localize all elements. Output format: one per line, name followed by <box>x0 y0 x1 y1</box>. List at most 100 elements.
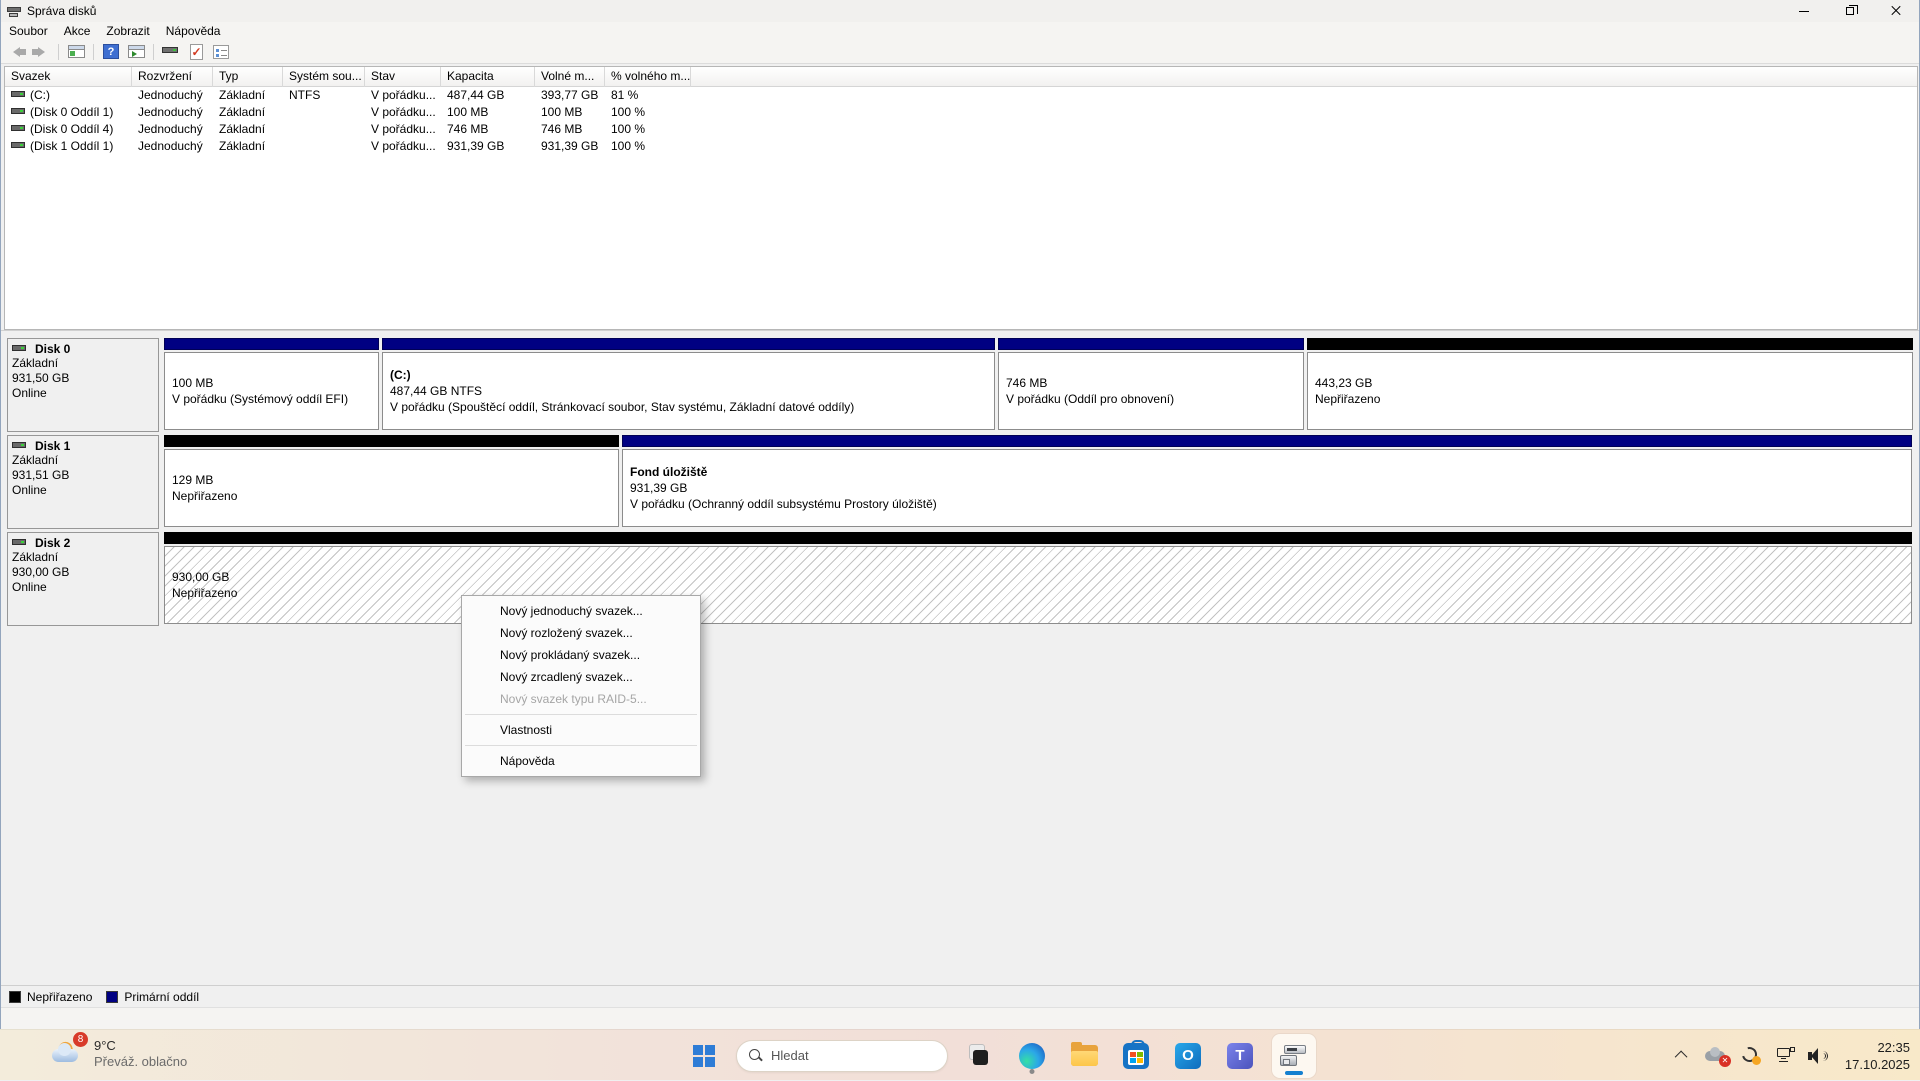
volume-tray-button[interactable] <box>1807 1044 1831 1068</box>
column-header-system-souboru[interactable]: Systém sou... <box>283 67 365 87</box>
search-input[interactable] <box>771 1048 921 1063</box>
microsoft-store-button[interactable] <box>1116 1036 1156 1076</box>
menu-item-new-striped-volume[interactable]: Nový prokládaný svazek... <box>462 644 700 666</box>
free-pct-cell: 100 % <box>605 138 691 155</box>
partition-recovery[interactable]: 746 MB V pořádku (Oddíl pro obnovení) <box>998 338 1304 432</box>
volume-row-disk1-oddil1[interactable]: (Disk 1 Oddíl 1) Jednoduchý Základní V p… <box>5 138 1917 155</box>
disk-0-label[interactable]: Disk 0 Základní 931,50 GB Online <box>7 338 159 432</box>
file-explorer-button[interactable] <box>1064 1036 1104 1076</box>
check-disk-button[interactable] <box>185 42 207 62</box>
weather-condition: Převáž. oblačno <box>94 1054 187 1070</box>
legend-primary-swatch <box>106 991 118 1003</box>
teams-button[interactable]: T <box>1220 1036 1260 1076</box>
refresh-disks-button[interactable] <box>160 42 182 62</box>
menu-akce[interactable]: Akce <box>56 22 99 40</box>
pane-splitter[interactable] <box>1 330 1919 338</box>
partition-color-bar <box>164 338 379 350</box>
close-icon <box>1891 6 1901 16</box>
hidden-icons-button[interactable] <box>1671 1044 1695 1068</box>
toolbar: ? <box>1 40 1919 64</box>
show-console-tree-button[interactable] <box>65 42 87 62</box>
column-header-typ[interactable]: Typ <box>213 67 283 87</box>
column-header-rozvrzeni[interactable]: Rozvržení <box>132 67 213 87</box>
taskbar-clock[interactable]: 22:35 17.10.2025 <box>1845 1039 1910 1073</box>
menu-soubor[interactable]: Soubor <box>1 22 56 40</box>
show-action-pane-button[interactable] <box>125 42 147 62</box>
type-cell: Základní <box>213 87 283 104</box>
volume-row-c[interactable]: (C:) Jednoduchý Základní NTFS V pořádku.… <box>5 87 1917 104</box>
start-button[interactable] <box>684 1036 724 1076</box>
volume-list: Svazek Rozvržení Typ Systém sou... Stav … <box>4 66 1918 330</box>
menu-item-new-spanned-volume[interactable]: Nový rozložený svazek... <box>462 622 700 644</box>
toolbar-separator <box>58 44 59 60</box>
restore-button[interactable] <box>1827 0 1873 22</box>
weather-widget[interactable]: 8 9°C Převáž. oblačno <box>52 1036 187 1072</box>
task-view-button[interactable] <box>960 1036 1000 1076</box>
forward-button[interactable] <box>30 42 52 62</box>
menu-item-new-mirrored-volume[interactable]: Nový zrcadlený svazek... <box>462 666 700 688</box>
free-pct-cell: 100 % <box>605 104 691 121</box>
edge-button[interactable] <box>1012 1036 1052 1076</box>
search-icon <box>749 1049 763 1063</box>
sync-pending-icon <box>1741 1046 1761 1066</box>
partition-efi[interactable]: 100 MB V pořádku (Systémový oddíl EFI) <box>164 338 379 432</box>
menu-item-properties[interactable]: Vlastnosti <box>462 719 700 741</box>
legend-primary-partition: Primární oddíl <box>106 990 199 1004</box>
legend-bar: Nepřiřazeno Primární oddíl <box>1 985 1919 1007</box>
partition-unallocated-disk2-selected[interactable]: 930,00 GB Nepřiřazeno <box>164 532 1912 626</box>
menu-item-help[interactable]: Nápověda <box>462 750 700 772</box>
volume-row-disk0-oddil1[interactable]: (Disk 0 Oddíl 1) Jednoduchý Základní V p… <box>5 104 1917 121</box>
partition-storage-pool[interactable]: Fond úložiště 931,39 GB V pořádku (Ochra… <box>622 435 1912 529</box>
back-button[interactable] <box>5 42 27 62</box>
column-header-volne-misto[interactable]: Volné m... <box>535 67 605 87</box>
minimize-button[interactable] <box>1781 0 1827 22</box>
menu-napoveda[interactable]: Nápověda <box>158 22 229 40</box>
column-header-kapacita[interactable]: Kapacita <box>441 67 535 87</box>
layout-cell: Jednoduchý <box>132 104 213 121</box>
properties-button[interactable] <box>210 42 232 62</box>
microsoft-store-icon <box>1123 1043 1149 1069</box>
outlook-button[interactable]: O <box>1168 1036 1208 1076</box>
fs-cell <box>283 104 365 121</box>
close-button[interactable] <box>1873 0 1919 22</box>
partition-color-bar <box>998 338 1304 350</box>
help-button[interactable]: ? <box>100 42 122 62</box>
window-title: Správa disků <box>27 4 96 18</box>
disk-1-label[interactable]: Disk 1 Základní 931,51 GB Online <box>7 435 159 529</box>
forward-icon <box>38 47 45 57</box>
disk-type: Základní <box>12 356 154 371</box>
layout-cell: Jednoduchý <box>132 121 213 138</box>
disk-icon <box>12 539 27 548</box>
back-icon <box>13 47 20 57</box>
menu-zobrazit[interactable]: Zobrazit <box>98 22 157 40</box>
disk-management-taskbar-button[interactable] <box>1272 1034 1316 1078</box>
network-tray-button[interactable] <box>1773 1044 1797 1068</box>
disk-2-label[interactable]: Disk 2 Základní 930,00 GB Online <box>7 532 159 626</box>
volume-row-disk0-oddil4[interactable]: (Disk 0 Oddíl 4) Jednoduchý Základní V p… <box>5 121 1917 138</box>
properties-icon <box>213 45 229 59</box>
layout-cell: Jednoduchý <box>132 87 213 104</box>
taskbar-search[interactable] <box>736 1040 948 1072</box>
menu-separator <box>465 745 697 746</box>
onedrive-error-icon: ✕ <box>1705 1047 1729 1065</box>
chevron-up-icon <box>1675 1051 1688 1064</box>
column-header-procento-volneho[interactable]: % volného m... <box>605 67 691 87</box>
titlebar[interactable]: Správa disků <box>1 0 1919 22</box>
column-header-svazek[interactable]: Svazek <box>5 67 132 87</box>
update-sync-tray-button[interactable] <box>1739 1044 1763 1068</box>
disk-2-row: Disk 2 Základní 930,00 GB Online 930,00 … <box>1 532 1919 626</box>
menu-item-new-simple-volume[interactable]: Nový jednoduchý svazek... <box>462 600 700 622</box>
partition-unallocated-disk1[interactable]: 129 MB Nepřiřazeno <box>164 435 619 529</box>
disk-management-icon <box>1280 1044 1308 1068</box>
column-header-stav[interactable]: Stav <box>365 67 441 87</box>
partition-unallocated-disk0[interactable]: 443,23 GB Nepřiřazeno <box>1307 338 1913 432</box>
toolbar-separator <box>93 44 94 60</box>
partition-c[interactable]: (C:) 487,44 GB NTFS V pořádku (Spouštěcí… <box>382 338 995 432</box>
system-tray: ✕ 22:35 17.10.2025 <box>1671 1030 1910 1081</box>
disk-status: Online <box>12 386 154 401</box>
minimize-icon <box>1799 11 1809 12</box>
console-tree-icon <box>68 45 85 58</box>
onedrive-tray-button[interactable]: ✕ <box>1705 1044 1729 1068</box>
free-pct-cell: 100 % <box>605 121 691 138</box>
type-cell: Základní <box>213 138 283 155</box>
